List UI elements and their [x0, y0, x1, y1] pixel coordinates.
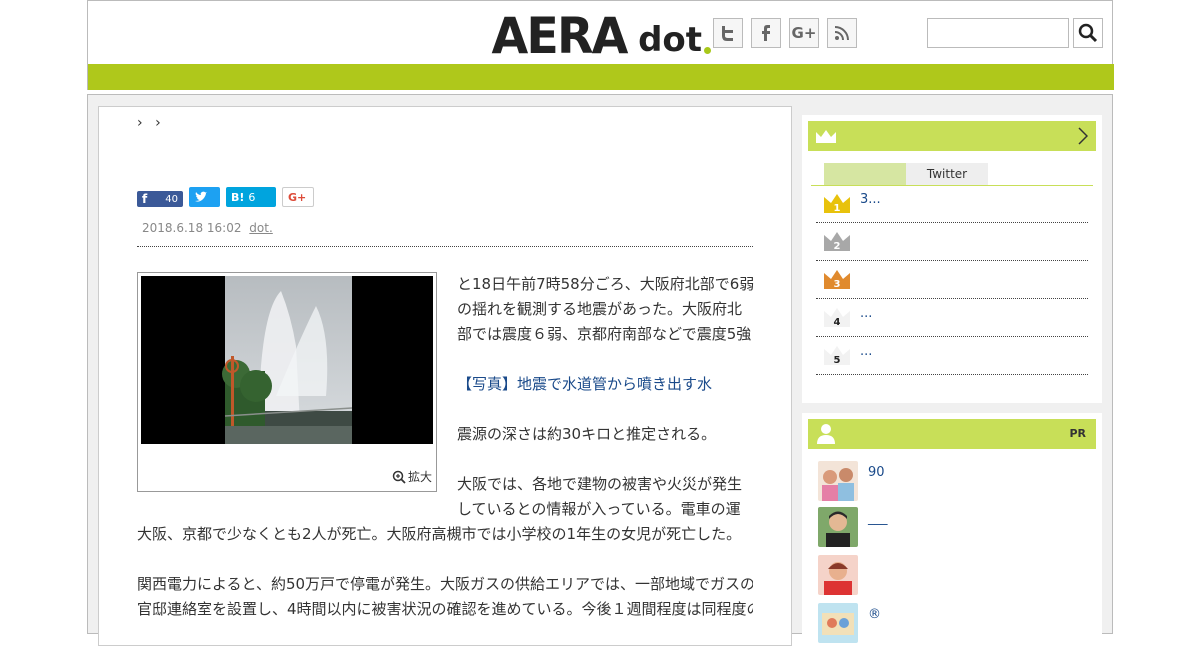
breadcrumb-separator[interactable]: › [155, 115, 161, 131]
logo-dot-mark [704, 47, 712, 54]
google-plus-icon: G+ [288, 190, 307, 204]
ranking-title: ... [860, 306, 873, 321]
pr-title: ® [868, 607, 881, 622]
pr-thumbnail [818, 461, 858, 501]
zoom-button[interactable]: 拡大 [392, 468, 432, 485]
breadcrumb: › › [137, 115, 169, 131]
logo-aera: AERA [491, 7, 629, 65]
rank-number: 4 [834, 317, 841, 328]
breadcrumb-separator[interactable]: › [137, 115, 143, 131]
page-frame: AERA dot G+ › › f 40 B! 6 G+ 2018.6.18 1… [87, 0, 1114, 646]
pr-thumbnail [818, 555, 858, 595]
pr-item[interactable]: ___ [818, 507, 1088, 551]
rss-button[interactable] [827, 18, 857, 48]
bronze-crown-icon: 3 [824, 270, 850, 290]
content-area: › › f 40 B! 6 G+ 2018.6.18 16:02 dot. 拡大… [87, 94, 1113, 646]
article-paragraph: 大阪、京都で少なくとも2人が死亡。大阪府高槻市では小学校の1年生の女児が死亡した… [137, 525, 742, 543]
ranking-tabs: Twitter [824, 163, 988, 185]
crown-outline-icon: 5 [824, 346, 850, 366]
related-photo-link[interactable]: 【写真】地震で水道管から噴き出す水 [457, 372, 755, 397]
ranking-panel: Twitter 1 3... 2 3 4 ... 5 ... [802, 115, 1102, 403]
logo-dot: dot [638, 20, 703, 60]
ranking-item[interactable]: 1 3... [816, 185, 1088, 223]
search-button[interactable] [1073, 18, 1103, 48]
article-paragraph: 関西電力によると、約50万戸で停電が発生。大阪ガスの供給エリアでは、一部地域でガ… [137, 575, 753, 593]
pr-item[interactable]: 90 [818, 461, 1088, 505]
google-plus-share-button[interactable]: G+ [282, 187, 314, 207]
rank-number: 5 [834, 355, 841, 366]
pr-header: PR [808, 419, 1096, 449]
ranking-item[interactable]: 2 [816, 223, 1088, 261]
photo-image [141, 276, 433, 444]
pr-thumbnail [818, 603, 858, 643]
facebook-share-count: 40 [165, 193, 178, 205]
rank-number: 2 [834, 241, 841, 252]
pr-title: ___ [868, 511, 888, 526]
chevron-right-icon [1078, 127, 1088, 145]
search-input[interactable] [927, 18, 1069, 48]
pr-panel: PR 90 ___ ® [802, 413, 1102, 643]
twitter-button[interactable] [713, 18, 743, 48]
article-paragraph: 官邸連絡室を設置し、4時間以内に被害状況の確認を進めている。今後１週間程度は同程… [137, 600, 753, 618]
article-photo[interactable]: 拡大 [137, 272, 437, 492]
article-paragraph: 大阪では、各地で建物の被害や火災が発生しているとの情報が入っている。電車の運行が… [457, 475, 743, 518]
pr-thumbnail [818, 507, 858, 547]
silver-crown-icon: 2 [824, 232, 850, 252]
article-paragraph: 震源の深さは約30キロと推定される。 [457, 425, 717, 443]
ranking-title: 3... [860, 192, 881, 207]
gold-crown-icon: 1 [824, 194, 850, 214]
rss-icon [834, 26, 849, 41]
article-meta: 2018.6.18 16:02 dot. [142, 221, 273, 235]
tab-ranking[interactable] [824, 163, 906, 185]
google-plus-button[interactable]: G+ [789, 18, 819, 48]
crown-icon [816, 130, 836, 143]
pr-title: 90 [868, 465, 885, 480]
search-icon [1078, 23, 1098, 43]
hatena-icon: B! [231, 190, 245, 204]
article-paragraph: と18日午前7時58分ごろ、大阪府北部で6弱の揺れを観測する地震があった。大阪府… [457, 275, 755, 343]
ranking-item[interactable]: 5 ... [816, 337, 1088, 375]
hatena-count: 6 [248, 190, 256, 204]
twitter-icon [722, 26, 733, 41]
hatena-bookmark-button[interactable]: B! 6 [226, 187, 276, 207]
rank-number: 3 [834, 279, 841, 290]
tab-twitter[interactable]: Twitter [906, 163, 988, 185]
twitter-share-button[interactable] [189, 187, 220, 207]
divider [137, 246, 753, 247]
facebook-button[interactable] [751, 18, 781, 48]
zoom-label: 拡大 [407, 470, 432, 484]
ranking-item[interactable]: 3 [816, 261, 1088, 299]
pr-item[interactable]: ® [818, 603, 1088, 647]
facebook-icon [762, 25, 770, 41]
crown-outline-icon: 4 [824, 308, 850, 328]
google-plus-icon: G+ [791, 24, 817, 42]
pr-label: PR [1069, 427, 1086, 440]
global-nav-bar [88, 64, 1114, 90]
publish-date: 2018.6.18 16:02 [142, 221, 242, 235]
facebook-icon: f [142, 192, 148, 206]
ranking-title: ... [860, 344, 873, 359]
zoom-icon [392, 470, 406, 484]
article-panel: › › f 40 B! 6 G+ 2018.6.18 16:02 dot. 拡大… [98, 106, 792, 646]
facebook-share-button[interactable]: f 40 [137, 191, 183, 207]
source-link[interactable]: dot. [249, 221, 272, 235]
site-header: AERA dot G+ [87, 0, 1114, 90]
ranking-item[interactable]: 4 ... [816, 299, 1088, 337]
ranking-header[interactable] [808, 121, 1096, 151]
person-icon [817, 424, 835, 444]
site-logo[interactable]: AERA dot [488, 6, 712, 65]
share-buttons: f 40 B! 6 G+ [137, 187, 314, 207]
rank-number: 1 [834, 203, 841, 214]
twitter-icon [195, 191, 207, 202]
pr-item[interactable] [818, 555, 1088, 599]
